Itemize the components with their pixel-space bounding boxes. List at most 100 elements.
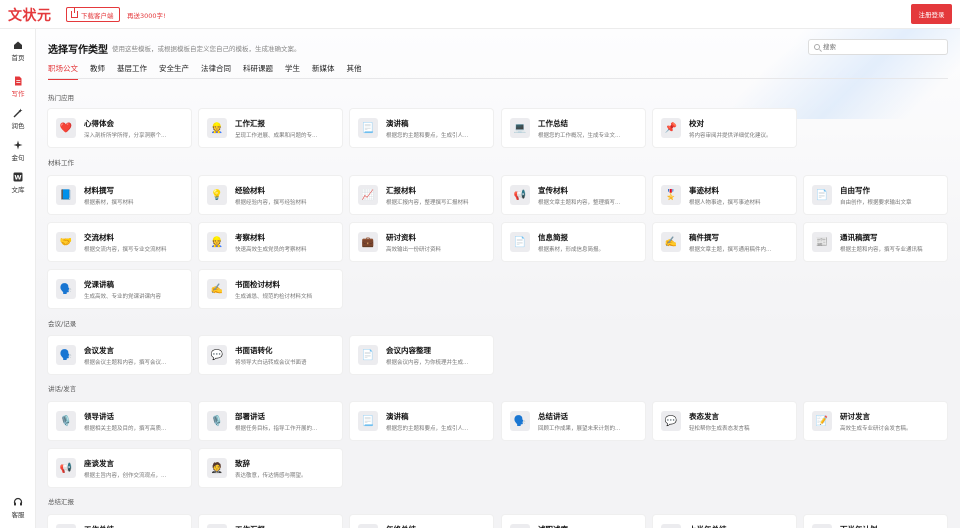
word-icon: W [13,172,23,182]
template-card[interactable]: 📄 下半年计划 [804,515,947,528]
search-input[interactable] [823,43,943,51]
promo-text[interactable]: 再送3000字! [127,10,166,20]
template-icon: 📄 [661,524,681,528]
template-title: 书面语转化 [235,346,273,355]
template-card[interactable]: 📝 研讨发言 高效生成专业研讨会发言稿。 [804,402,947,440]
template-card[interactable]: 💬 表态发言 轻松帮你生成表态发言稿 [653,402,796,440]
template-card[interactable]: 💡 经验材料 根据经验内容，撰写经验材料 [199,176,342,214]
nav-item-polish[interactable]: 润色 [0,105,36,133]
tab-teacher[interactable]: 教师 [90,63,105,77]
template-description: 根据经验内容，撰写经验材料 [235,200,307,206]
template-card[interactable]: 📄 述职述廉 [502,515,645,528]
template-card[interactable]: 💬 书面语转化 将领导大白话转成会议书面语 [199,336,342,374]
template-description: 根据您的主题和要点，生成引人... [386,133,469,139]
template-card[interactable]: ❤️ 心得体会深入剖析所学所得，分享洞察个... [48,109,191,147]
template-icon: ❤️ [56,118,76,138]
nav-item-write[interactable]: 写作 [0,73,36,101]
template-title: 部署讲话 [235,412,265,421]
nav-item-home[interactable]: 首页 [0,37,36,65]
app-logo[interactable]: 文状元 [8,5,52,25]
template-card[interactable]: 🎙️ 部署讲话 根据任务目标，指导工作开展的... [199,402,342,440]
template-card[interactable]: 📄 信息简报 根据素材，形成信息简报。 [502,223,645,261]
template-card[interactable]: 📢 宣传材料 根据文章主题和内容，整理撰写... [502,176,645,214]
top-bar: 文状元 下载客户端 再送3000字! 注册登录 [0,0,960,29]
template-card[interactable]: 📃 演讲稿 根据您的主题和要点，生成引人... [350,109,493,147]
template-card[interactable]: 📄 上半年总结 [653,515,796,528]
template-description: 根据人物事迹，撰写事迹材料 [689,200,761,206]
template-icon: 📘 [56,185,76,205]
template-title: 领导讲话 [84,412,114,421]
template-card[interactable]: 🤵 致辞 表达敬意，传达情感与期望。 [199,449,342,487]
template-description: 将内容审阅并提供详细优化建议。 [689,133,772,139]
template-card[interactable]: 👷 考察材料 快速高效生成党员的考察材料 [199,223,342,261]
template-card[interactable]: 📄 会议内容整理 根据会议内容，为你梳理并生成... [350,336,493,374]
tab-research[interactable]: 科研课题 [243,63,273,77]
nav-item-quotes[interactable]: 金句 [0,137,36,165]
template-card[interactable]: ✍️ 书面检讨材料 生成诚恳、规范的检讨材料文档 [199,270,342,308]
template-title: 书面检讨材料 [235,280,280,289]
template-card[interactable]: 🎖️ 事迹材料 根据人物事迹，撰写事迹材料 [653,176,796,214]
template-description: 高效输出一份研讨资料 [386,247,442,253]
template-title: 通讯稿撰写 [840,233,878,242]
template-title: 宣传材料 [538,186,568,195]
headset-icon [13,497,23,506]
template-card[interactable]: 📃 演讲稿 根据您的主题和要点，生成引人... [350,402,493,440]
template-card[interactable]: 🗣️ 总结讲话 回顾工作成果，展望未来计划的... [502,402,645,440]
template-card[interactable]: 👷 工作汇报 [199,515,342,528]
template-card[interactable]: 💼 研讨资料 高效输出一份研讨资料 [350,223,493,261]
template-card[interactable]: 🤝 交流材料 根据交流内容，撰写专业交流材料 [48,223,191,261]
tab-safety[interactable]: 安全生产 [159,63,189,77]
tab-workplace[interactable]: 职场公文 [48,63,78,80]
template-description: 快速高效生成党员的考察材料 [235,247,307,253]
template-icon: 📢 [56,458,76,478]
customer-service-button[interactable]: 客服 [0,493,36,523]
register-login-button[interactable]: 注册登录 [911,4,952,24]
magic-wand-icon [13,108,23,118]
template-description: 根据主题和内容，撰写专业通讯稿 [840,247,923,253]
nav-item-library[interactable]: W 文库 [0,169,36,197]
template-card[interactable]: 📄 自由写作 自由创作，根据要求输出文章 [804,176,947,214]
template-title: 表态发言 [689,412,719,421]
template-title: 工作汇报 [235,524,265,528]
download-client-button[interactable]: 下载客户端 [66,7,120,22]
template-icon: 📝 [812,411,832,431]
template-icon: 📄 [510,524,530,528]
template-card[interactable]: 📘 材料撰写 根据素材，撰写材料 [48,176,191,214]
template-title: 自由写作 [840,186,870,195]
template-icon: 💻 [56,524,76,528]
template-description: 根据您的工作概况，生成专业文... [538,133,621,139]
template-description: 根据文章主题，撰写通用稿件内... [689,247,772,253]
template-title: 稿件撰写 [689,233,719,242]
template-card[interactable]: 🗣️ 会议发言 根据会议主题和内容，撰写会议... [48,336,191,374]
template-description: 生成高效、专业的党课讲课内容 [84,294,162,300]
tab-new-media[interactable]: 新媒体 [312,63,335,77]
template-icon: 📃 [358,118,378,138]
template-description: 深入剖析所学所得，分享洞察个... [84,133,167,139]
template-card[interactable]: 👷 工作汇报 呈现工作进展、成果和问题的专... [199,109,342,147]
template-card[interactable]: 📅 年终总结 [350,515,493,528]
template-icon: 📄 [510,232,530,252]
template-title: 演讲稿 [386,412,409,421]
template-icon: 👷 [207,524,227,528]
template-card[interactable]: 📈 汇报材料 根据汇报内容，整理撰写汇报材料 [350,176,493,214]
template-icon: 🎙️ [207,411,227,431]
tab-student[interactable]: 学生 [285,63,300,77]
template-card[interactable]: 📌 校对 将内容审阅并提供详细优化建议。 [653,109,796,147]
template-title: 工作汇报 [235,119,265,128]
tab-other[interactable]: 其他 [347,63,362,77]
template-description: 轻松帮你生成表态发言稿 [689,426,750,432]
template-card[interactable]: 🗣️ 党课讲稿 生成高效、专业的党课讲课内容 [48,270,191,308]
template-card[interactable]: 🎙️ 领导讲话 根据相关主题及目的，撰写高质... [48,402,191,440]
tab-legal[interactable]: 法律合同 [201,63,231,77]
template-card[interactable]: 📰 通讯稿撰写 根据主题和内容，撰写专业通讯稿 [804,223,947,261]
template-card[interactable]: 💻 工作总结 根据您的工作概况，生成专业文... [502,109,645,147]
template-description: 根据素材，形成信息简报。 [538,247,605,253]
template-title: 心得体会 [84,119,114,128]
search-box[interactable] [808,39,948,55]
template-card[interactable]: 📢 座谈发言 根据主旨内容，创作交流观点，... [48,449,191,487]
template-card[interactable]: ✍️ 稿件撰写 根据文章主题，撰写通用稿件内... [653,223,796,261]
tab-grassroots[interactable]: 基层工作 [117,63,147,77]
template-icon: 🗣️ [56,279,76,299]
template-card[interactable]: 💻 工作总结 [48,515,191,528]
template-description: 高效生成专业研讨会发言稿。 [840,426,912,432]
